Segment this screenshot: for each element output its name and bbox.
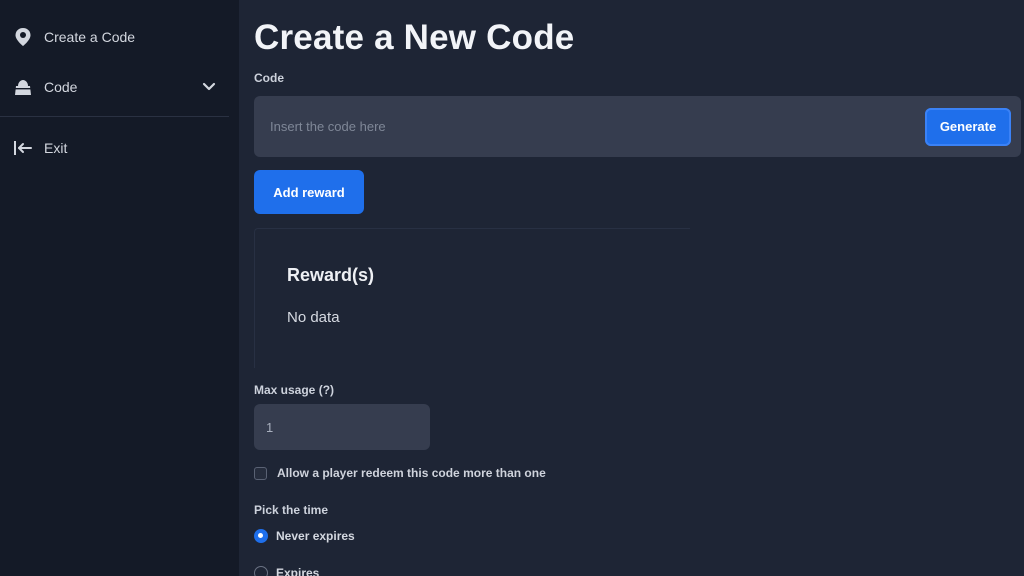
max-usage-input[interactable] — [254, 404, 430, 450]
code-field-bar: Generate — [254, 96, 1021, 157]
never-expires-radio[interactable] — [254, 529, 268, 543]
rewards-empty-text: No data — [287, 309, 340, 326]
page-title: Create a New Code — [254, 18, 575, 57]
chevron-down-icon[interactable] — [201, 79, 217, 95]
generate-button[interactable]: Generate — [925, 107, 1011, 146]
sidebar: Create a Code Code Exit — [0, 0, 239, 576]
sidebar-divider — [0, 116, 229, 117]
rewards-title: Reward(s) — [287, 265, 375, 285]
sidebar-item-create-code[interactable]: Create a Code — [0, 12, 239, 62]
exit-icon — [12, 137, 34, 159]
main-content: Create a New Code Code Generate Add rewa… — [239, 0, 1024, 576]
allow-redeem-label: Allow a player redeem this code more tha… — [277, 466, 546, 480]
sidebar-item-label: Exit — [44, 140, 68, 156]
max-usage-label: Max usage (?) — [254, 383, 335, 397]
expires-radio[interactable] — [254, 566, 268, 576]
sidebar-item-label: Create a Code — [44, 29, 136, 45]
app-root: Create a Code Code Exit Create a New Cod… — [0, 0, 1024, 576]
gift-icon — [12, 76, 34, 98]
time-option-expires[interactable]: Expires — [254, 566, 319, 576]
time-option-label: Never expires — [276, 529, 355, 543]
pick-time-label: Pick the time — [254, 503, 329, 517]
code-input[interactable] — [254, 105, 925, 148]
time-option-never-expires[interactable]: Never expires — [254, 529, 355, 543]
map-pin-icon — [12, 26, 34, 48]
allow-redeem-checkbox[interactable] — [254, 466, 267, 480]
code-label: Code — [254, 71, 284, 85]
sidebar-item-exit[interactable]: Exit — [0, 123, 239, 173]
rewards-panel: Reward(s) No data — [254, 228, 690, 368]
add-reward-button[interactable]: Add reward — [254, 170, 364, 214]
sidebar-item-label: Code — [44, 79, 78, 95]
time-option-label: Expires — [276, 566, 320, 576]
sidebar-item-code[interactable]: Code — [0, 62, 239, 112]
allow-redeem-option[interactable]: Allow a player redeem this code more tha… — [254, 466, 546, 480]
